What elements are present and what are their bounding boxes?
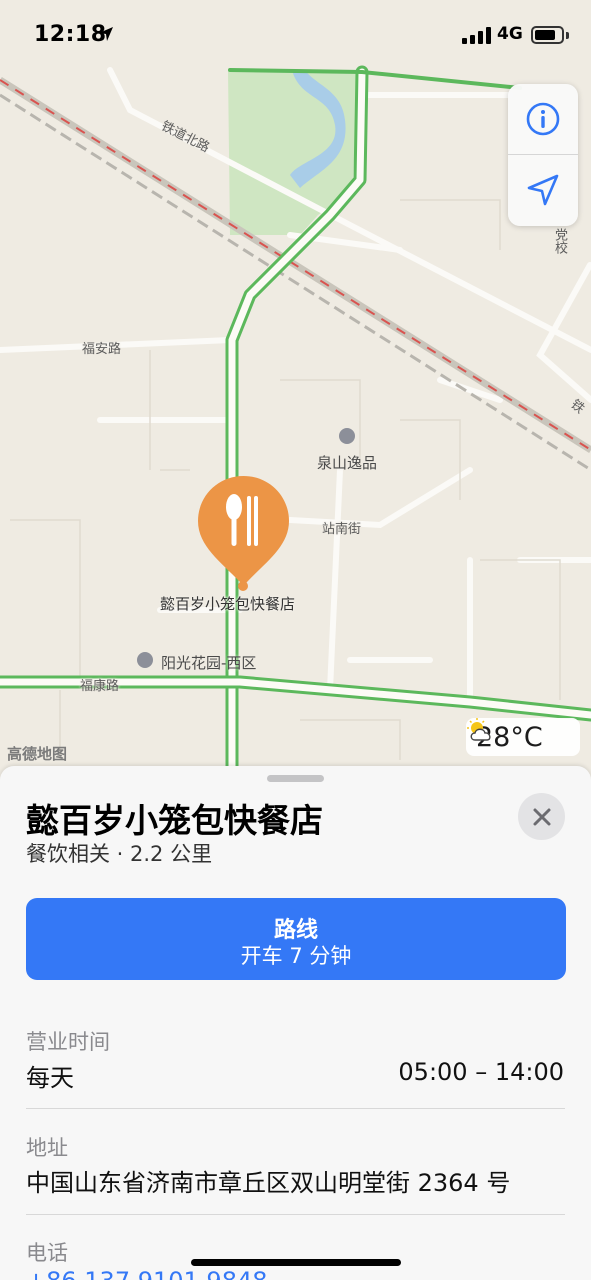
status-time: 12:18 [34, 22, 107, 47]
place-card[interactable]: 懿百岁小笼包快餐店 餐饮相关 · 2.2 公里 路线 开车 7 分钟 营业时间 … [0, 766, 591, 1280]
map-view[interactable]: 铁道北路 福安路 站南街 福康路 党校 铁 泉山逸品 阳光花园-西区 懿百岁小笼… [0, 0, 591, 800]
fork-spoon-icon [226, 494, 258, 546]
partly-cloudy-icon [467, 718, 491, 741]
hours-days: 每天 [26, 1064, 74, 1092]
directions-drive-time: 开车 7 分钟 [240, 944, 352, 968]
road-label-fuan: 福安路 [82, 342, 122, 357]
place-subtitle: 餐饮相关 · 2.2 公里 [26, 842, 213, 866]
weather-badge: 28°C [466, 718, 580, 756]
pin-label: 懿百岁小笼包快餐店 [160, 595, 296, 613]
hours-label: 营业时间 [26, 1030, 110, 1054]
directions-button[interactable]: 路线 开车 7 分钟 [26, 898, 566, 980]
info-button[interactable] [508, 84, 578, 154]
phone-value[interactable]: +86 137 9101 9848 [26, 1267, 268, 1280]
sheet-grabber[interactable] [267, 775, 324, 782]
poi-yangguang-label[interactable]: 阳光花园-西区 [161, 652, 256, 673]
phone-label: 电话 [26, 1241, 68, 1265]
separator [26, 1108, 565, 1109]
info-icon [526, 102, 560, 136]
restaurant-pin[interactable] [196, 474, 291, 584]
map-controls [508, 84, 578, 226]
current-location-button[interactable] [508, 155, 578, 225]
place-title: 懿百岁小笼包快餐店 [26, 801, 323, 840]
close-icon [533, 808, 550, 825]
location-arrow-icon [527, 174, 559, 206]
battery-icon [531, 26, 564, 44]
home-indicator[interactable] [191, 1259, 401, 1266]
signal-strength-icon [462, 26, 492, 44]
road-label-zhannan: 站南街 [322, 522, 362, 537]
road-label-fukang: 福康路 [80, 679, 120, 694]
address-label: 地址 [26, 1136, 68, 1160]
separator [26, 1214, 565, 1215]
location-services-icon [99, 27, 113, 41]
address-value[interactable]: 中国山东省济南市章丘区双山明堂街 2364 号 [26, 1163, 510, 1198]
road-label-dangxiao: 党校 [552, 228, 567, 254]
network-type: 4G [497, 24, 523, 44]
amap-logo: 高德地图 [7, 745, 68, 763]
hours-time: 05:00 – 14:00 [398, 1058, 564, 1086]
poi-quanshan-label[interactable]: 泉山逸品 [317, 452, 377, 473]
status-bar: 12:18 4G [0, 0, 591, 70]
close-button[interactable] [518, 793, 565, 840]
battery-tip [566, 32, 569, 39]
